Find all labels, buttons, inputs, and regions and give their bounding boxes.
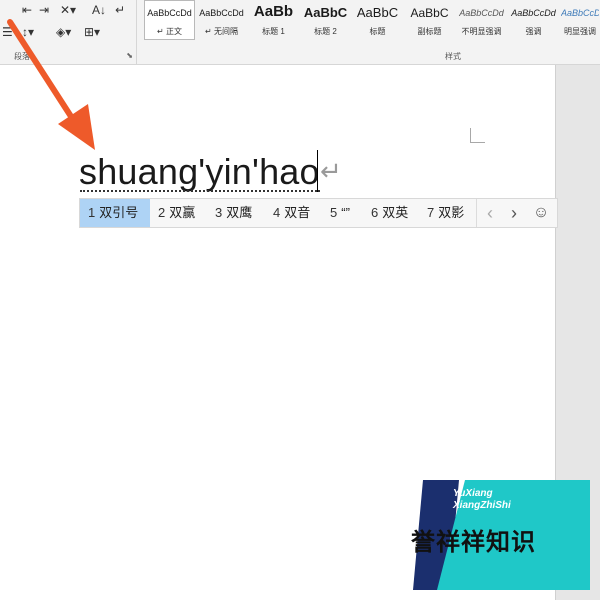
watermark-line2: XiangZhiShi <box>453 500 511 511</box>
watermark-cn: 誉祥祥知识 <box>411 529 536 556</box>
watermark-logo: YuXiang XiangZhiShi 誉祥祥知识 <box>407 480 590 590</box>
watermark-line1: YuXiang <box>453 488 493 499</box>
